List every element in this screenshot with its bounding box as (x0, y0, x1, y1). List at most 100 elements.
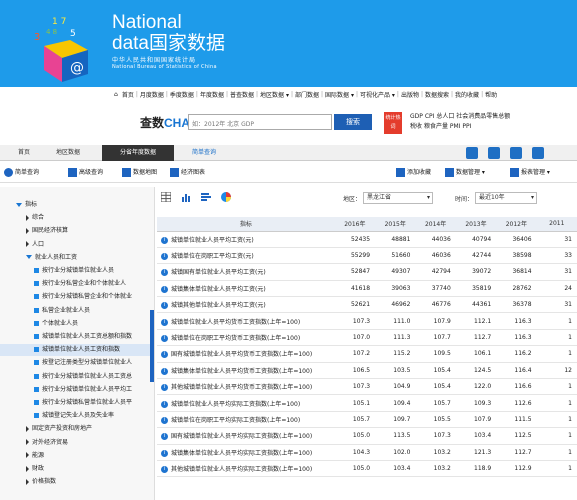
tab-provincial-annual[interactable]: 分省年度数据 (102, 145, 174, 161)
nav-quarterly[interactable]: 季度数据 (168, 90, 196, 99)
sidebar-item[interactable]: 价格指数 (0, 476, 150, 488)
sidebar-item[interactable]: 私营企业就业人员 (0, 305, 150, 317)
table-row[interactable]: i 城镇单位就业人员平均实际工资指数(上年=100) 105.1 109.4 105.7… (157, 394, 577, 412)
hot-word[interactable]: 总人口 (436, 113, 454, 120)
hot-word[interactable]: PPI (462, 123, 471, 130)
search-input[interactable]: 如：2012年 北京 GDP (188, 114, 332, 130)
nav-annual[interactable]: 年度数据 (198, 90, 226, 99)
hot-word[interactable]: CPI (425, 113, 435, 120)
table-row[interactable]: i 城镇单位在岗职工平均工资(元) 55299 51660 46036 42744 3859… (157, 247, 577, 265)
table-row[interactable]: i 城镇集体单位就业人员平均工资(元) 41618 39063 37740 35819 28… (157, 280, 577, 298)
info-icon[interactable]: i (161, 335, 168, 343)
print-icon[interactable] (466, 147, 478, 159)
sidebar-item[interactable]: 国民经济核算 (0, 225, 150, 237)
sidebar-item[interactable]: 城镇单位就业人员工资和指数 (0, 344, 150, 357)
table-row[interactable]: i 国有城镇单位就业人员平均货币工资指数(上年=100) 107.2 115.2 109… (157, 345, 577, 363)
year-column-header[interactable]: 2014年 (415, 217, 456, 232)
info-icon[interactable]: i (161, 269, 168, 277)
hot-word[interactable]: GDP (410, 113, 423, 120)
sidebar-item[interactable]: 按行业分城镇私营单位就业人员平 (0, 397, 150, 409)
year-column-header[interactable]: 2013年 (455, 217, 497, 232)
table-row[interactable]: i 城镇其他单位就业人员平均工资(元) 52621 46962 46776 44361 36… (157, 296, 577, 314)
sidebar-item[interactable]: 人口 (0, 239, 150, 251)
hot-word[interactable]: 税收 (410, 123, 422, 130)
sidebar-item[interactable]: 按行业分城镇单位就业人员平均工 (0, 384, 150, 396)
info-icon[interactable]: i (161, 400, 168, 408)
sidebar-item[interactable]: 按登记注册类型分城镇单位就业人 (0, 357, 150, 369)
sidebar-item[interactable]: 综合 (0, 212, 150, 224)
tab-simple-query[interactable]: 简单查询 (180, 145, 228, 161)
info-icon[interactable]: i (161, 433, 168, 441)
sidebar-item[interactable]: 能源 (0, 450, 150, 462)
info-icon[interactable]: i (161, 384, 168, 392)
nav-region[interactable]: 地区数据 ▾ (258, 90, 291, 99)
table-row[interactable]: i 城镇单位就业人员平均工资(元) 52435 48881 44036 40794 3640… (157, 231, 577, 248)
sidebar-item[interactable]: 固定资产投资和房地产 (0, 423, 150, 435)
year-column-header[interactable]: 2012年 (496, 217, 537, 232)
hot-word[interactable]: 粮食产量 (424, 123, 448, 130)
table-row[interactable]: i 其他城镇单位就业人员平均货币工资指数(上年=100) 107.3 104.9 105… (157, 378, 577, 396)
nav-publications[interactable]: 出版物 (399, 90, 421, 99)
hbar-chart-icon[interactable] (201, 192, 211, 202)
info-icon[interactable]: i (161, 449, 168, 457)
nav-visualization[interactable]: 可视化产品 ▾ (358, 90, 397, 99)
table-row[interactable]: i 城镇集体单位就业人员平均实际工资指数(上年=100) 104.3 102.0 103… (157, 444, 577, 461)
sidebar-item[interactable]: 按行业分私营企业和个体就业人 (0, 278, 150, 290)
save-icon[interactable] (488, 147, 500, 159)
sidebar-item[interactable]: 对外经济贸易 (0, 437, 150, 449)
table-row[interactable]: i 城镇单位就业人员平均货币工资指数(上年=100) 107.3 111.0 107.9… (157, 312, 577, 330)
hot-word[interactable]: 社会消费品零售总额 (456, 113, 510, 120)
tab-region[interactable]: 地区数据 (48, 145, 88, 161)
nav-favorites[interactable]: 我的收藏 (453, 90, 481, 99)
table-view-icon[interactable] (161, 192, 171, 202)
tab-home[interactable]: 首页 (8, 145, 40, 161)
pie-chart-icon[interactable] (221, 192, 231, 202)
sidebar-item[interactable]: 就业人员和工资 (0, 252, 150, 264)
nav-help[interactable]: 帮助 (483, 90, 499, 99)
sidebar-item[interactable]: 城镇登记失业人员及失业率 (0, 410, 150, 422)
time-select[interactable]: 最近10年 ▾ (475, 192, 537, 204)
info-icon[interactable]: i (161, 351, 168, 359)
sidebar-item[interactable]: 按行业分城镇单位就业人员 (0, 265, 150, 277)
info-icon[interactable]: i (161, 367, 168, 375)
bar-chart-icon[interactable] (181, 192, 191, 202)
simple-query-button[interactable]: 简单查询 (4, 167, 39, 177)
info-icon[interactable]: i (161, 253, 168, 261)
sidebar-item[interactable]: 按行业分城镇私营企业和个体就业 (0, 291, 150, 303)
nav-department[interactable]: 部门数据 (293, 90, 321, 99)
info-icon[interactable]: i (161, 302, 168, 310)
year-column-header[interactable]: 2016年 (334, 217, 376, 232)
sidebar-item[interactable]: 指标 (0, 199, 150, 211)
search-button[interactable]: 搜索 (334, 114, 372, 130)
info-icon[interactable]: i (161, 285, 168, 293)
info-icon[interactable]: i (161, 236, 168, 244)
economic-chart-button[interactable]: 经济图表 (170, 167, 205, 177)
report-management-button[interactable]: 报表管理 ▾ (510, 167, 550, 177)
table-row[interactable]: i 城镇集体单位就业人员平均货币工资指数(上年=100) 106.5 103.5 105… (157, 362, 577, 380)
region-select[interactable]: 黑龙江省 ▾ (363, 192, 433, 204)
year-column-header[interactable]: 2011 (536, 217, 577, 232)
table-row[interactable]: i 城镇单位在岗职工平均实际工资指数(上年=100) 105.7 109.7 105.5… (157, 411, 577, 429)
nav-international[interactable]: 国际数据 ▾ (323, 90, 356, 99)
table-row[interactable]: i 国有城镇单位就业人员平均实际工资指数(上年=100) 105.0 113.5 107… (157, 427, 577, 445)
hot-word[interactable]: PMI (450, 123, 461, 130)
advanced-query-button[interactable]: 高级查询 (68, 167, 103, 177)
sidebar-item[interactable]: 个体就业人员 (0, 318, 150, 330)
data-management-button[interactable]: 数据管理 ▾ (445, 167, 485, 177)
nav-data-search[interactable]: 数据搜索 (423, 90, 451, 99)
chart-icon[interactable] (510, 147, 522, 159)
info-icon[interactable]: i (161, 416, 168, 424)
sidebar-item[interactable]: 城镇单位就业人员工资总额和指数 (0, 331, 150, 343)
info-icon[interactable]: i (161, 466, 168, 474)
sidebar-item[interactable]: 按行业分城镇单位就业人员工资总 (0, 371, 150, 383)
sidebar-item[interactable]: 财政 (0, 463, 150, 475)
nav-monthly[interactable]: 月度数据 (138, 90, 166, 99)
nav-census[interactable]: 普查数据 (228, 90, 256, 99)
table-row[interactable]: i 城镇单位在岗职工平均货币工资指数(上年=100) 107.0 111.3 107.7… (157, 329, 577, 347)
share-icon[interactable] (532, 147, 544, 159)
year-column-header[interactable]: 2015年 (375, 217, 416, 232)
info-icon[interactable]: i (161, 318, 168, 326)
sidebar-scrollbar[interactable] (150, 310, 154, 382)
table-row[interactable]: i 城镇国有单位就业人员平均工资(元) 52847 49307 42794 39072 36… (157, 263, 577, 281)
table-row[interactable]: i 其他城镇单位就业人员平均实际工资指数(上年=100) 105.0 103.4 103… (157, 460, 577, 478)
